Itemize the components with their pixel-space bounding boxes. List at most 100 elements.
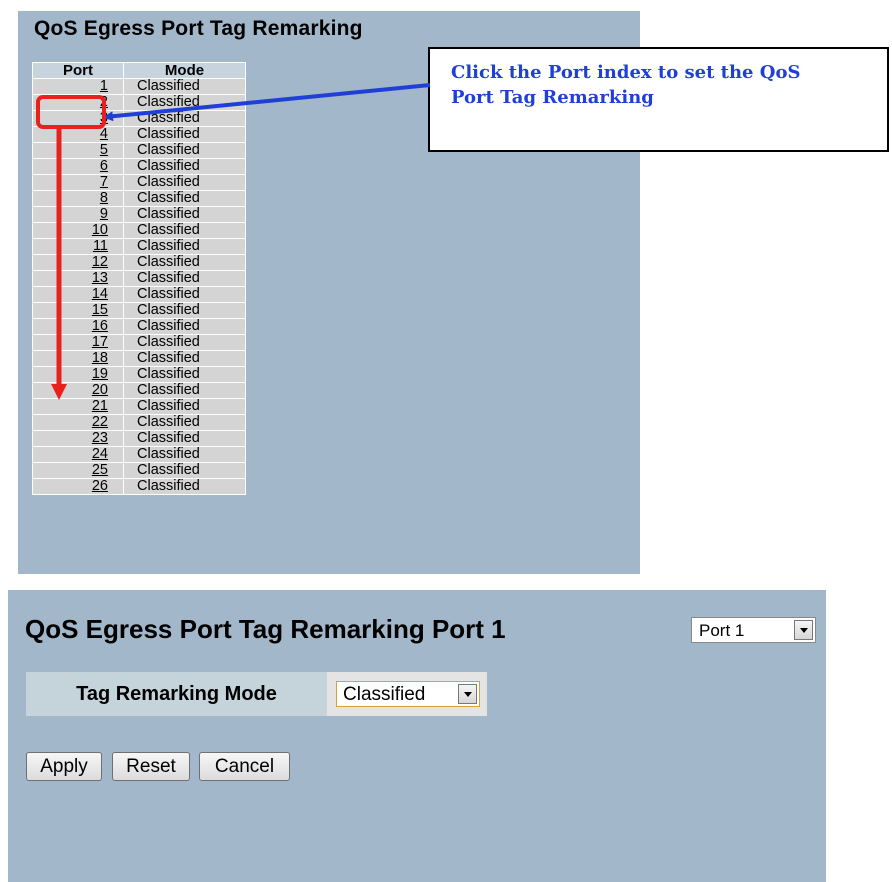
table-row: 7 Classified — [33, 175, 245, 190]
port-link[interactable]: 5 — [100, 142, 108, 158]
port-link[interactable]: 7 — [100, 174, 108, 190]
port-link[interactable]: 1 — [100, 78, 108, 94]
port-cell: 19 — [33, 367, 123, 382]
table-row: 10 Classified — [33, 223, 245, 238]
port-cell: 7 — [33, 175, 123, 190]
table-row: 3 Classified — [33, 111, 245, 126]
mode-cell: Classified — [124, 383, 245, 398]
port-link[interactable]: 17 — [92, 334, 108, 350]
chevron-down-icon[interactable] — [794, 620, 813, 640]
table-row: 1 Classified — [33, 79, 245, 94]
annotation-callout: Click the Port index to set the QoS Port… — [428, 47, 889, 152]
table-row: 15 Classified — [33, 303, 245, 318]
mode-cell: Classified — [124, 175, 245, 190]
port-link[interactable]: 6 — [100, 158, 108, 174]
mode-cell: Classified — [124, 415, 245, 430]
mode-cell: Classified — [124, 287, 245, 302]
table-row: 6 Classified — [33, 159, 245, 174]
table-row: 25 Classified — [33, 463, 245, 478]
port-cell: 10 — [33, 223, 123, 238]
mode-cell: Classified — [124, 271, 245, 286]
port-link[interactable]: 25 — [92, 462, 108, 478]
port-link[interactable]: 21 — [92, 398, 108, 414]
mode-cell: Classified — [124, 303, 245, 318]
port-cell: 4 — [33, 127, 123, 142]
port-link[interactable]: 16 — [92, 318, 108, 334]
table-row: 18 Classified — [33, 351, 245, 366]
reset-button[interactable]: Reset — [112, 752, 190, 781]
cancel-button[interactable]: Cancel — [199, 752, 290, 781]
callout-text-line1: Click the Port index to set the QoS — [451, 62, 801, 83]
table-row: 12 Classified — [33, 255, 245, 270]
page-title: QoS Egress Port Tag Remarking — [34, 17, 363, 40]
tag-remarking-mode-select[interactable]: Classified — [336, 681, 480, 707]
port-link[interactable]: 3 — [100, 110, 108, 126]
callout-text-line2: Port Tag Remarking — [451, 87, 654, 108]
chevron-down-icon[interactable] — [458, 684, 477, 704]
port-link[interactable]: 15 — [92, 302, 108, 318]
port-link[interactable]: 24 — [92, 446, 108, 462]
port-cell: 26 — [33, 479, 123, 494]
port-cell: 9 — [33, 207, 123, 222]
port-cell: 23 — [33, 431, 123, 446]
mode-column-header: Mode — [124, 63, 245, 78]
mode-cell: Classified — [124, 431, 245, 446]
tag-remarking-mode-row: Tag Remarking Mode Classified — [26, 672, 487, 716]
table-row: 26 Classified — [33, 479, 245, 494]
mode-cell: Classified — [124, 319, 245, 334]
port-link[interactable]: 8 — [100, 190, 108, 206]
port-link[interactable]: 19 — [92, 366, 108, 382]
port-link[interactable]: 14 — [92, 286, 108, 302]
table-row: 22 Classified — [33, 415, 245, 430]
mode-cell: Classified — [124, 447, 245, 462]
table-row: 21 Classified — [33, 399, 245, 414]
table-row: 11 Classified — [33, 239, 245, 254]
port-link[interactable]: 12 — [92, 254, 108, 270]
port-link[interactable]: 9 — [100, 206, 108, 222]
port-cell: 20 — [33, 383, 123, 398]
port-link[interactable]: 23 — [92, 430, 108, 446]
table-row: 14 Classified — [33, 287, 245, 302]
port-link[interactable]: 13 — [92, 270, 108, 286]
mode-cell: Classified — [124, 239, 245, 254]
mode-cell: Classified — [124, 335, 245, 350]
port-cell: 1 — [33, 79, 123, 94]
port-cell: 17 — [33, 335, 123, 350]
table-row: 17 Classified — [33, 335, 245, 350]
port-link[interactable]: 2 — [100, 94, 108, 110]
config-title: QoS Egress Port Tag Remarking Port 1 — [25, 614, 506, 644]
port-link[interactable]: 18 — [92, 350, 108, 366]
port-column-header: Port — [33, 63, 123, 78]
port-cell: 21 — [33, 399, 123, 414]
port-link[interactable]: 4 — [100, 126, 108, 142]
mode-cell: Classified — [124, 223, 245, 238]
port-cell: 3 — [33, 111, 123, 126]
mode-cell: Classified — [124, 143, 245, 158]
port-cell: 11 — [33, 239, 123, 254]
port-cell: 13 — [33, 271, 123, 286]
mode-cell: Classified — [124, 479, 245, 494]
port-link[interactable]: 22 — [92, 414, 108, 430]
port-cell: 16 — [33, 319, 123, 334]
table-row: 24 Classified — [33, 447, 245, 462]
table-row: 2 Classified — [33, 95, 245, 110]
table-row: 9 Classified — [33, 207, 245, 222]
mode-cell: Classified — [124, 351, 245, 366]
mode-cell: Classified — [124, 463, 245, 478]
mode-cell: Classified — [124, 399, 245, 414]
port-config-panel: QoS Egress Port Tag Remarking Port 1 Por… — [8, 590, 826, 882]
mode-cell: Classified — [124, 207, 245, 222]
tag-remarking-mode-label: Tag Remarking Mode — [26, 672, 327, 716]
port-link[interactable]: 20 — [92, 382, 108, 398]
mode-cell: Classified — [124, 255, 245, 270]
port-cell: 14 — [33, 287, 123, 302]
port-link[interactable]: 11 — [93, 238, 108, 254]
table-row: 13 Classified — [33, 271, 245, 286]
port-select[interactable]: Port 1 — [691, 617, 816, 643]
port-link[interactable]: 10 — [92, 222, 108, 238]
mode-cell: Classified — [124, 127, 245, 142]
port-link[interactable]: 26 — [92, 478, 108, 494]
apply-button[interactable]: Apply — [26, 752, 102, 781]
port-cell: 18 — [33, 351, 123, 366]
port-rows: 1 Classified 2 Classified 3 Classified 4 Classi… — [33, 79, 245, 494]
